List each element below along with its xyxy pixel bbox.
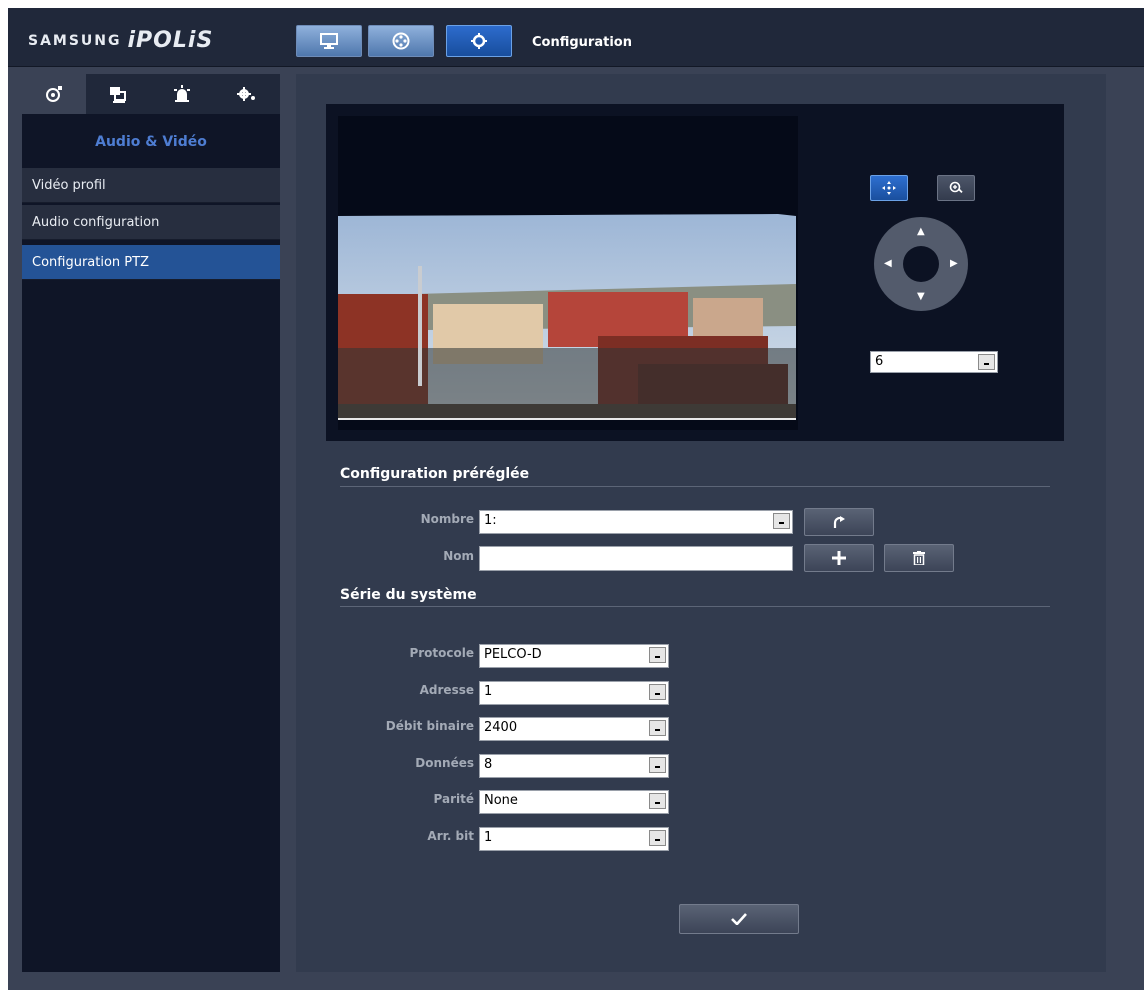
chevron-down-icon[interactable] [649,684,666,700]
alarm-icon [174,85,190,102]
data-bits-select[interactable]: 8 [479,754,669,778]
header-bar: SAMSUNG iPOLiS Configuration [8,8,1144,67]
stop-bit-select[interactable]: 1 [479,827,669,851]
parity-label: Parité [433,792,474,806]
ptz-speed-select[interactable]: 6 [870,351,998,373]
playback-button[interactable] [368,25,434,57]
protocol-select[interactable]: PELCO-D [479,644,669,668]
preset-section-title: Configuration préréglée [340,466,530,482]
preset-name-label: Nom [443,549,474,563]
joystick-center[interactable] [903,246,939,282]
sidebar-item-ptz-config[interactable]: Configuration PTZ [22,245,280,280]
brand-name: SAMSUNG [28,33,122,49]
page-title: Configuration [532,35,632,50]
preset-number-label: Nombre [420,512,474,526]
gear-icon [471,33,487,49]
tab-event[interactable] [150,74,214,114]
address-select[interactable]: 1 [479,681,669,705]
sidebar-item-audio-config[interactable]: Audio configuration [22,205,280,240]
sidebar-section-title: Audio & Vidéo [95,134,207,150]
video-area: ▲ ▼ ◀ ▶ 6 [326,104,1064,441]
tab-system[interactable] [214,74,278,114]
protocol-value: PELCO-D [484,647,542,662]
product-name: iPOLiS [127,28,214,53]
pan-left-icon[interactable]: ◀ [884,259,892,269]
chevron-down-icon[interactable] [649,793,666,809]
pan-up-icon[interactable]: ▲ [917,227,925,237]
ptz-joystick[interactable]: ▲ ▼ ◀ ▶ [874,217,968,311]
chevron-down-icon[interactable] [649,830,666,846]
protocol-label: Protocole [409,646,474,660]
stop-bit-value: 1 [484,830,493,845]
system-gear-icon [237,87,255,101]
baud-rate-label: Débit binaire [385,719,474,733]
move-icon [882,181,896,195]
video-feed [338,116,798,430]
tab-network[interactable] [86,74,150,114]
data-bits-value: 8 [484,757,493,772]
chevron-down-icon[interactable] [773,513,790,529]
sidebar-tabs [22,74,280,114]
chevron-down-icon[interactable] [649,647,666,663]
app-window: SAMSUNG iPOLiS Configuration Audio & Vid… [8,8,1144,990]
apply-button[interactable] [679,904,799,934]
serial-section-divider [340,606,1050,607]
sidebar: Audio & Vidéo Vidéo profil Audio configu… [22,74,280,972]
baud-rate-select[interactable]: 2400 [479,717,669,741]
trash-icon [913,551,925,565]
preset-section-divider [340,486,1050,487]
baud-rate-value: 2400 [484,720,518,735]
parity-value: None [484,793,518,808]
address-value: 1 [484,684,493,699]
network-icon [110,87,126,103]
go-to-preset-button[interactable] [804,508,874,536]
zoom-in-icon [949,181,963,193]
setup-button[interactable] [446,25,512,57]
preset-name-input[interactable] [479,546,793,571]
camera-icon [46,86,62,102]
ptz-move-button[interactable] [870,175,908,201]
serial-section-title: Série du système [340,587,477,603]
pan-right-icon[interactable]: ▶ [950,259,958,269]
live-view-button[interactable] [296,25,362,57]
monitor-icon [320,33,338,49]
checkmark-icon [731,913,747,925]
chevron-down-icon[interactable] [649,720,666,736]
chevron-down-icon[interactable] [978,354,995,370]
main-panel: ▲ ▼ ◀ ▶ 6 Configuration préréglée Nombre… [296,74,1106,972]
data-bits-label: Données [415,756,474,770]
plus-icon [832,551,846,565]
address-label: Adresse [419,683,474,697]
preset-number-value: 1: [484,513,497,528]
chevron-down-icon[interactable] [649,757,666,773]
stop-bit-label: Arr. bit [427,829,474,843]
tab-audio-video[interactable] [22,74,86,114]
film-reel-icon [392,32,410,50]
preset-number-select[interactable]: 1: [479,510,793,534]
add-preset-button[interactable] [804,544,874,572]
camera-image [338,116,798,430]
delete-preset-button[interactable] [884,544,954,572]
brand-logo: SAMSUNG iPOLiS [28,26,214,53]
parity-select[interactable]: None [479,790,669,814]
sidebar-item-video-profile[interactable]: Vidéo profil [22,168,280,203]
pan-down-icon[interactable]: ▼ [917,292,925,302]
ptz-zoom-button[interactable] [937,175,975,201]
redo-arrow-icon [833,516,845,528]
